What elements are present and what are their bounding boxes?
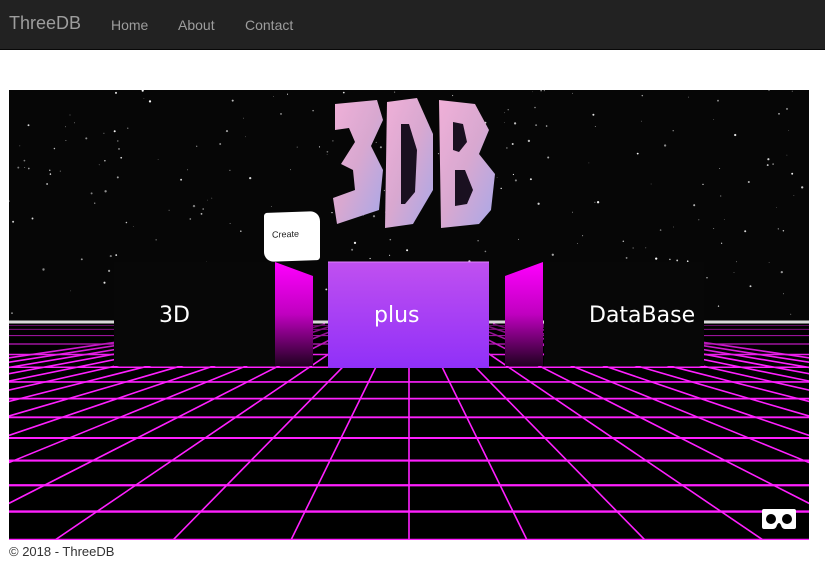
panel-database-label: DataBase — [589, 303, 696, 328]
nav-contact[interactable]: Contact — [245, 17, 293, 33]
create-button[interactable]: Create — [264, 211, 320, 262]
nav-about[interactable]: About — [178, 17, 215, 33]
create-button-label: Create — [272, 228, 300, 240]
panel-3d-box[interactable] — [114, 262, 276, 366]
panel-3d-label: 3D — [159, 303, 190, 328]
right-magenta-wall — [505, 262, 543, 366]
vr-goggles-icon[interactable] — [761, 508, 797, 530]
left-magenta-wall — [275, 262, 313, 366]
footer-text: © 2018 - ThreeDB — [9, 544, 115, 559]
nav-home[interactable]: Home — [111, 17, 148, 33]
brand-link[interactable]: ThreeDB — [9, 13, 81, 34]
3db-logo — [333, 98, 495, 228]
navbar: ThreeDB Home About Contact — [0, 0, 825, 50]
3d-scene-canvas[interactable]: Create 3D plus DataBase — [9, 90, 809, 540]
panel-plus-label: plus — [374, 303, 420, 328]
